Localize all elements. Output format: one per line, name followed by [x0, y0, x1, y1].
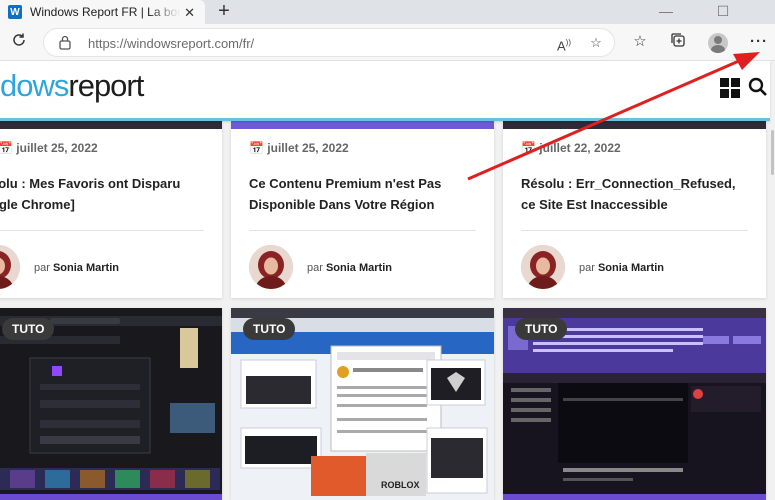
tab-strip: W Windows Report FR | La bonne v ✕ + — ☐ [0, 0, 775, 24]
article-title[interactable]: Résolu : Err_Connection_Refused, ce Site… [521, 173, 751, 215]
article-thumbnail[interactable]: ROBLOX TUTO [231, 308, 494, 500]
favorites-icon[interactable]: ☆ [630, 32, 650, 52]
tuto-badge: TUTO [2, 318, 55, 340]
author-avatar [521, 245, 565, 289]
refresh-icon[interactable] [9, 32, 29, 52]
article-title[interactable]: Ce Contenu Premium n'est Pas Disponible … [249, 173, 479, 215]
article-thumbnail[interactable]: TUTO [503, 308, 766, 500]
page-scrollbar[interactable] [770, 61, 775, 500]
lock-icon[interactable] [58, 35, 72, 50]
windows-menu-icon[interactable] [720, 78, 740, 98]
svg-text:ROBLOX: ROBLOX [381, 480, 420, 490]
scrollbar-thumb[interactable] [771, 130, 774, 175]
maximize-button[interactable]: ☐ [713, 3, 733, 20]
browser-tab[interactable]: W Windows Report FR | La bonne v ✕ [0, 0, 205, 24]
tab-title: Windows Report FR | La bonne v [30, 5, 180, 19]
tuto-badge: TUTO [243, 318, 296, 340]
article-date: 📅 juillet 22, 2022 [521, 141, 621, 155]
address-bar[interactable]: https://windowsreport.com/fr/ A)) ☆ [43, 28, 615, 57]
article-author: par Sonia Martin [579, 262, 664, 274]
article-card[interactable]: 📅 juillet 22, 2022 Résolu : Err_Connecti… [503, 121, 766, 298]
collections-icon[interactable] [668, 32, 688, 52]
article-card[interactable]: 📅 juillet 25, 2022 solu : Mes Favoris on… [0, 121, 222, 298]
read-aloud-icon[interactable]: A)) [554, 33, 574, 56]
site-header: dowsreport [0, 61, 770, 121]
article-author: par Sonia Martin [307, 262, 392, 274]
search-icon[interactable] [748, 77, 768, 97]
tab-close-icon[interactable]: ✕ [184, 5, 195, 21]
article-thumbnail[interactable]: TUTO [0, 308, 222, 500]
article-date: 📅 juillet 25, 2022 [0, 141, 98, 155]
new-tab-button[interactable]: + [214, 1, 234, 21]
author-avatar [249, 245, 293, 289]
profile-avatar[interactable] [708, 33, 728, 53]
article-grid: 📅 juillet 25, 2022 solu : Mes Favoris on… [0, 121, 770, 500]
article-author: par Sonia Martin [34, 262, 119, 274]
more-options-icon[interactable]: ··· [749, 32, 769, 52]
article-title[interactable]: solu : Mes Favoris ont Disparu ogle Chro… [0, 173, 221, 215]
article-card[interactable]: 📅 juillet 25, 2022 Ce Contenu Premium n'… [231, 121, 494, 298]
tuto-badge: TUTO [515, 318, 568, 340]
minimize-button[interactable]: — [656, 3, 676, 19]
browser-toolbar: https://windowsreport.com/fr/ A)) ☆ ☆ ··… [0, 24, 775, 61]
author-avatar [0, 245, 20, 289]
site-favicon-icon: W [8, 5, 22, 19]
site-logo[interactable]: dowsreport [0, 68, 144, 104]
add-favorite-icon[interactable]: ☆ [586, 33, 606, 53]
url-text[interactable]: https://windowsreport.com/fr/ [88, 36, 254, 51]
article-date: 📅 juillet 25, 2022 [249, 141, 349, 155]
